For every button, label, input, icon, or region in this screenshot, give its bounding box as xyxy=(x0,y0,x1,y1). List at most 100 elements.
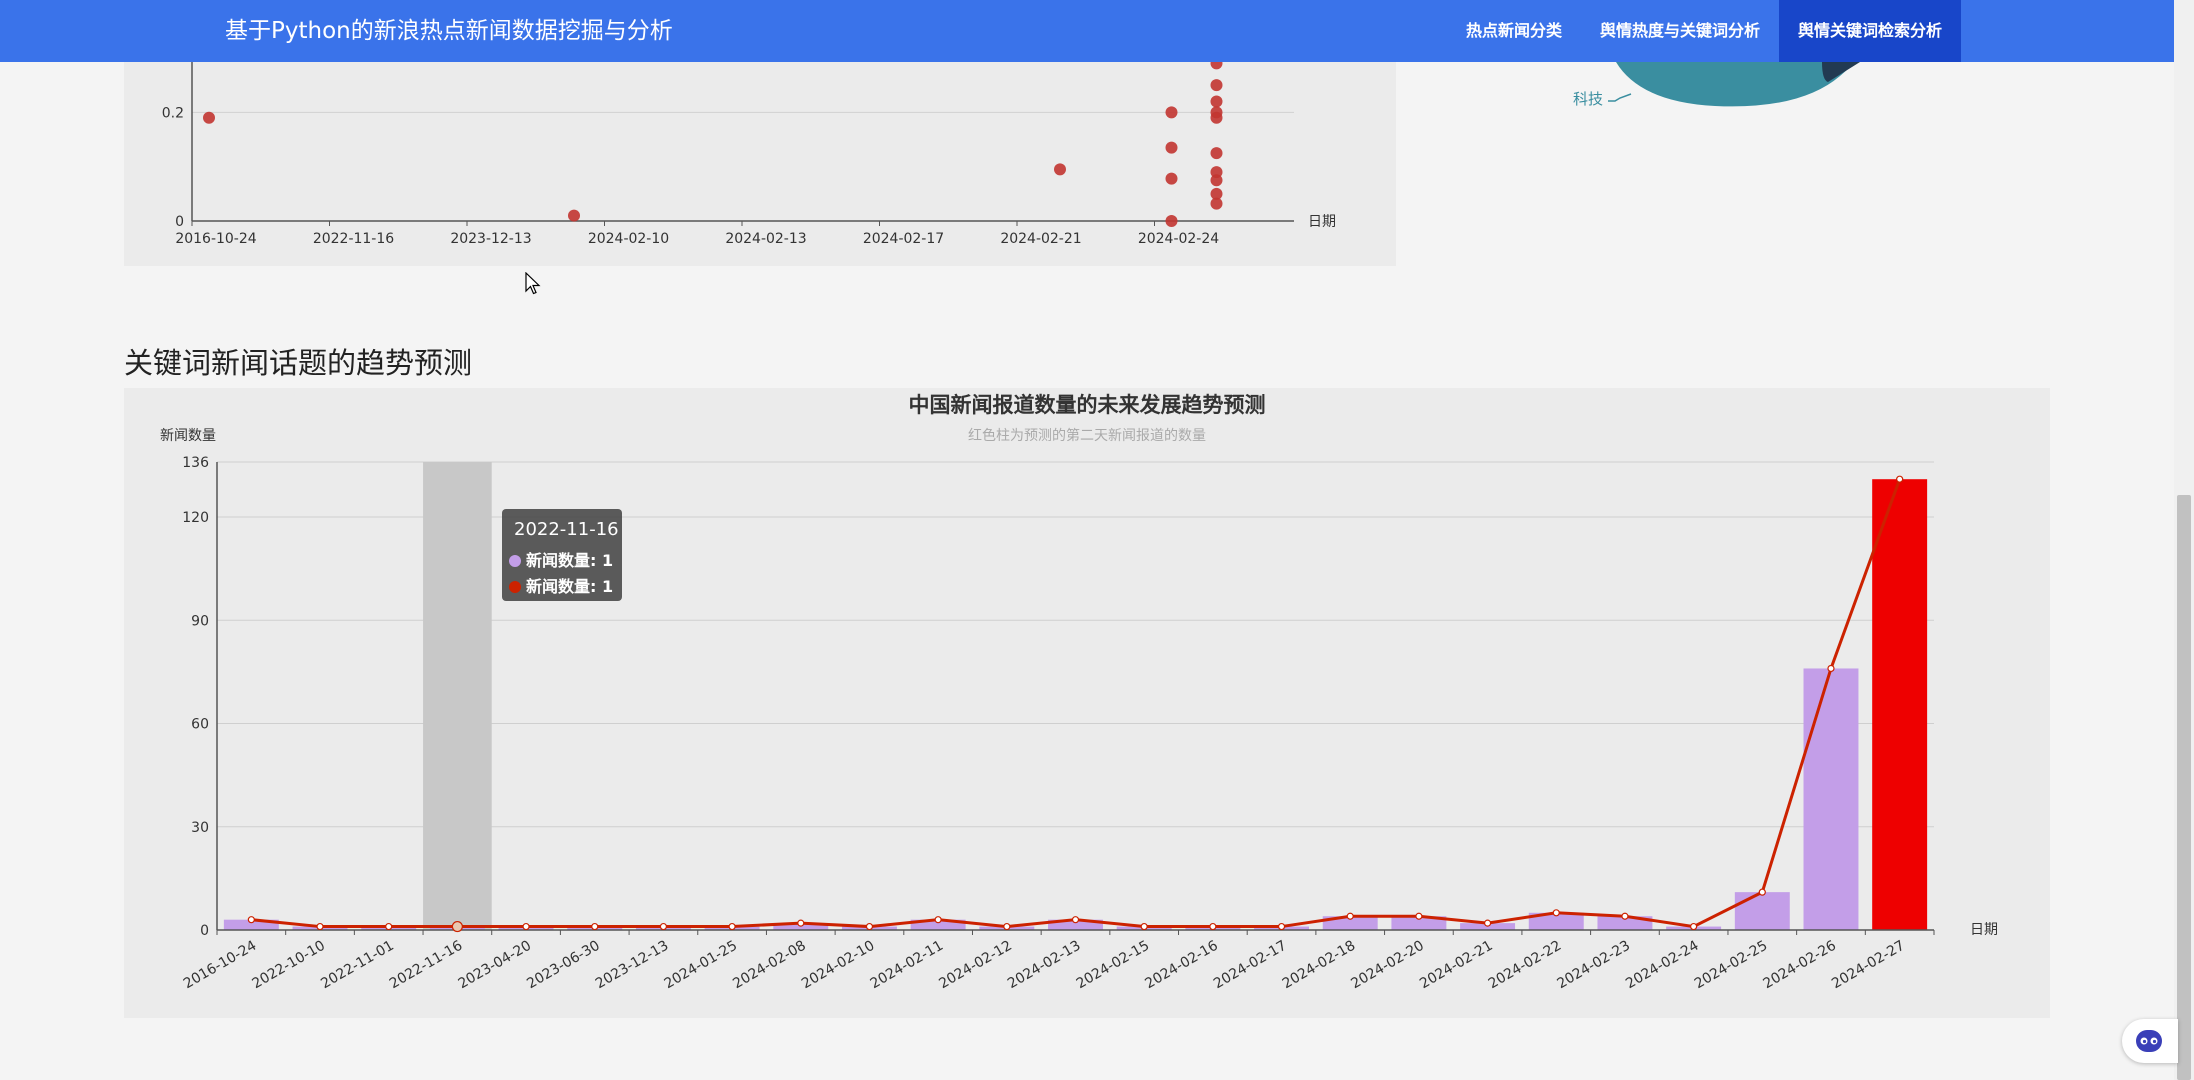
line-point xyxy=(1346,912,1354,920)
scatter-point xyxy=(1210,111,1223,124)
x-tick-label: 2024-02-11 xyxy=(868,938,946,993)
x-tick-label: 2024-02-27 xyxy=(1829,938,1907,993)
x-tick-label: 2024-02-25 xyxy=(1692,938,1770,993)
scatter-point xyxy=(1054,163,1066,176)
x-tick-label: 2024-02-20 xyxy=(1348,938,1426,993)
hover-highlight-band xyxy=(423,462,492,930)
scatter-panel: 0 0.2 2016-10-24 2022-11-16 2023-12-13 2024-0… xyxy=(124,46,1396,266)
x-tick-label: 2022-11-16 xyxy=(387,938,466,993)
x-axis-label: 日期 xyxy=(1970,922,1998,938)
x-axis-label: 日期 xyxy=(1308,214,1336,230)
line-point xyxy=(1896,475,1904,483)
x-tick-label: 2023-04-20 xyxy=(456,938,534,993)
x-tick-label: 2022-11-16 xyxy=(313,231,394,247)
scatter-point xyxy=(1210,147,1223,160)
line-point xyxy=(451,920,463,933)
pie-label-line xyxy=(1608,93,1632,102)
y-tick-label: 90 xyxy=(191,613,209,629)
scatter-point xyxy=(1210,95,1223,108)
nav-sentiment-heat-keywords[interactable]: 舆情热度与关键词分析 xyxy=(1581,0,1779,62)
x-tick-label: 2024-02-16 xyxy=(1142,938,1221,993)
x-tick-label: 2024-02-26 xyxy=(1761,938,1840,993)
x-tick-label: 2024-02-13 xyxy=(725,231,806,247)
y-tick-label: 136 xyxy=(182,455,209,471)
line-point xyxy=(865,922,874,931)
line-point xyxy=(1277,922,1286,931)
x-tick-label: 2016-10-24 xyxy=(181,938,260,993)
scatter-point xyxy=(1210,174,1223,187)
assistant-button[interactable] xyxy=(2122,1019,2178,1063)
scatter-point xyxy=(568,209,580,222)
line-point xyxy=(385,922,393,931)
x-tick-label: 2024-02-22 xyxy=(1486,938,1564,993)
nav-hot-news-classification[interactable]: 热点新闻分类 xyxy=(1447,0,1581,62)
page-scrollbar[interactable] xyxy=(2174,0,2194,1080)
line-point xyxy=(1483,919,1492,927)
line-point xyxy=(1758,888,1766,896)
nav-keyword-search-analysis[interactable]: 舆情关键词检索分析 xyxy=(1778,0,1961,62)
line-point xyxy=(1552,909,1560,917)
trend-chart: 中国新闻报道数量的未来发展趋势预测 红色柱为预测的第二天新闻报道的数量 新闻数量… xyxy=(160,393,1998,993)
x-tick-label: 2024-02-15 xyxy=(1074,938,1152,993)
mouse-cursor-icon xyxy=(525,272,541,295)
x-tick-label: 2024-02-17 xyxy=(863,231,944,247)
x-tick-label: 2024-02-24 xyxy=(1623,938,1702,993)
line-point xyxy=(1003,922,1011,931)
section-title: 关键词新闻话题的趋势预测 xyxy=(124,346,473,380)
pie-slice-dark[interactable] xyxy=(1822,62,1860,82)
scatter-point xyxy=(1210,197,1223,210)
y-tick-label: 30 xyxy=(191,820,209,836)
x-tick-label: 2024-02-08 xyxy=(730,938,808,993)
top-navbar: 基于Python的新浪热点新闻数据挖掘与分析 热点新闻分类 舆情热度与关键词分析… xyxy=(0,0,2174,62)
pie-label-tech: 科技 xyxy=(1573,90,1603,108)
line-point xyxy=(659,922,668,931)
scatter-point xyxy=(1165,215,1178,227)
x-tick-label: 2024-02-18 xyxy=(1280,938,1358,993)
chart-subtitle: 红色柱为预测的第二天新闻报道的数量 xyxy=(968,427,1206,444)
x-tick-label: 2016-10-24 xyxy=(175,231,256,247)
bar xyxy=(1734,892,1790,930)
trend-panel: 中国新闻报道数量的未来发展趋势预测 红色柱为预测的第二天新闻报道的数量 新闻数量… xyxy=(124,388,2050,1018)
predicted-bar xyxy=(1872,479,1928,930)
scatter-point xyxy=(1165,141,1178,154)
x-tick-label: 2024-02-23 xyxy=(1554,938,1632,993)
tooltip-row-line: 新闻数量: 1 xyxy=(509,573,613,597)
y-tick-label: 60 xyxy=(191,717,209,733)
line-point xyxy=(934,916,942,924)
line-point xyxy=(728,922,736,931)
tooltip-bar-marker xyxy=(509,555,521,567)
x-tick-label: 2022-11-01 xyxy=(318,938,396,993)
line-point xyxy=(247,916,255,924)
line-point xyxy=(1690,922,1698,931)
pie-slice-tech[interactable] xyxy=(1616,62,1856,107)
x-tick-label: 2024-02-13 xyxy=(1005,938,1083,993)
site-title[interactable]: 基于Python的新浪热点新闻数据挖掘与分析 xyxy=(225,0,673,62)
x-tick-label: 2024-02-17 xyxy=(1211,938,1289,993)
line-point xyxy=(1140,922,1148,931)
line-point xyxy=(1827,664,1835,673)
line-point xyxy=(1209,922,1217,931)
scatter-point xyxy=(1210,79,1223,92)
y-axis-label: 新闻数量 xyxy=(160,428,216,444)
x-tick-label: 2024-01-25 xyxy=(662,938,740,993)
scatter-point xyxy=(1165,172,1178,185)
robot-icon xyxy=(2136,1030,2162,1052)
tooltip-title: 2022-11-16 xyxy=(514,519,619,540)
tooltip-row-bar: 新闻数量: 1 xyxy=(509,547,613,571)
x-tick-label: 2023-06-30 xyxy=(524,938,602,993)
chart-title: 中国新闻报道数量的未来发展趋势预测 xyxy=(909,393,1266,417)
x-tick-label: 2024-02-21 xyxy=(1417,938,1495,993)
x-tick-label: 2023-12-13 xyxy=(450,231,531,247)
main-nav: 热点新闻分类 舆情热度与关键词分析 舆情关键词检索分析 xyxy=(1447,0,2174,62)
scatter-point xyxy=(203,111,215,124)
x-tick-label: 2024-02-12 xyxy=(936,938,1014,993)
y-tick-label: 0 xyxy=(175,214,184,230)
x-tick-label: 2024-02-24 xyxy=(1138,231,1219,247)
y-tick-label: 0 xyxy=(200,923,209,939)
line-point xyxy=(591,922,599,931)
line-point xyxy=(316,922,324,931)
scatter-point xyxy=(1210,57,1223,70)
scrollbar-thumb[interactable] xyxy=(2177,495,2191,1080)
line-point xyxy=(1621,912,1629,920)
